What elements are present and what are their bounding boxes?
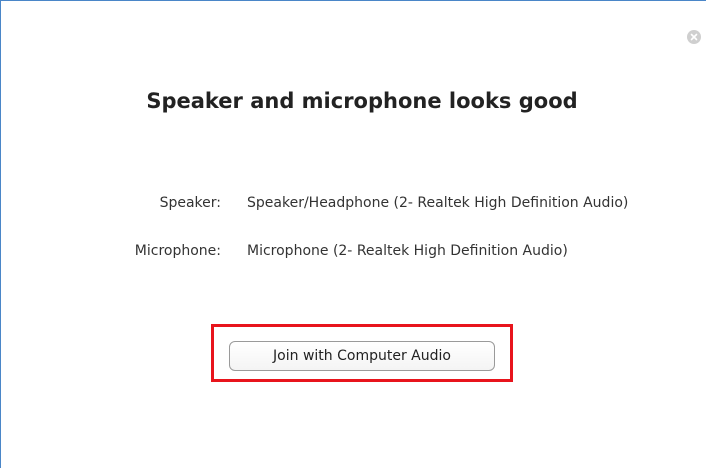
close-icon[interactable]	[687, 30, 701, 44]
speaker-label: Speaker:	[159, 195, 221, 211]
dialog-title: Speaker and microphone looks good	[146, 89, 578, 113]
close-x-glyph	[690, 33, 698, 41]
speaker-row: Speaker: Speaker/Headphone (2- Realtek H…	[1, 193, 706, 217]
join-with-computer-audio-button[interactable]: Join with Computer Audio	[229, 341, 495, 371]
microphone-label: Microphone:	[134, 243, 221, 259]
speaker-device-name: Speaker/Headphone (2- Realtek High Defin…	[247, 195, 629, 211]
microphone-device-name: Microphone (2- Realtek High Definition A…	[247, 243, 568, 259]
microphone-row: Microphone: Microphone (2- Realtek High …	[1, 241, 706, 265]
audio-test-dialog: Speaker and microphone looks good Speake…	[0, 0, 706, 468]
